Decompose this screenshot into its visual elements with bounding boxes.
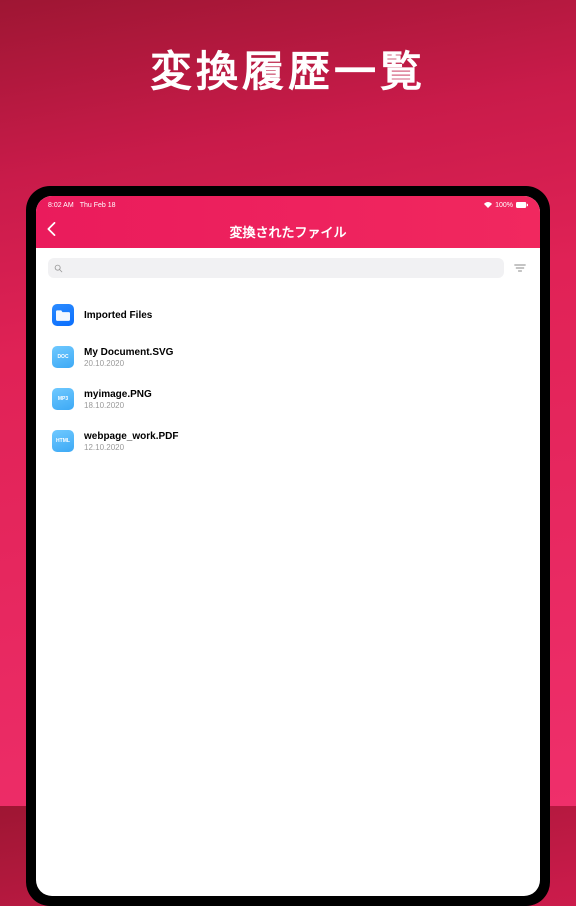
hero-title: 変換履歴一覧 xyxy=(0,38,576,99)
list-item[interactable]: DOC My Document.SVG 20.10.2020 xyxy=(52,338,524,380)
nav-title: 変換されたファイル xyxy=(229,222,346,241)
list-item[interactable]: HTML webpage_work.PDF 12.10.2020 xyxy=(52,422,524,464)
list-item[interactable]: Imported Files xyxy=(52,296,524,338)
search-icon xyxy=(54,264,63,273)
file-name: myimage.PNG xyxy=(84,389,152,400)
nav-bar: 変換されたファイル xyxy=(36,214,540,248)
html-icon: HTML xyxy=(52,430,74,452)
file-date: 18.10.2020 xyxy=(84,401,152,410)
file-name: My Document.SVG xyxy=(84,347,173,358)
content-area: Imported Files DOC My Document.SVG 20.10… xyxy=(36,248,540,474)
folder-icon xyxy=(52,304,74,326)
status-date: Thu Feb 18 xyxy=(80,202,116,209)
filter-icon xyxy=(514,263,526,273)
search-input[interactable] xyxy=(48,258,504,278)
file-date: 20.10.2020 xyxy=(84,359,173,368)
status-time: 8:02 AM xyxy=(48,202,74,209)
back-button[interactable] xyxy=(46,222,56,241)
wifi-icon xyxy=(484,202,492,208)
battery-percent: 100% xyxy=(495,202,513,209)
status-bar: 8:02 AM Thu Feb 18 100% xyxy=(36,196,540,214)
file-name: Imported Files xyxy=(84,310,152,321)
list-item[interactable]: MP3 myimage.PNG 18.10.2020 xyxy=(52,380,524,422)
battery-icon xyxy=(516,202,528,208)
mp3-icon: MP3 xyxy=(52,388,74,410)
file-date: 12.10.2020 xyxy=(84,443,178,452)
filter-button[interactable] xyxy=(512,260,528,276)
file-list: Imported Files DOC My Document.SVG 20.10… xyxy=(48,296,528,464)
tablet-frame: 8:02 AM Thu Feb 18 100% 変換されたファイル xyxy=(26,186,550,906)
screen: 8:02 AM Thu Feb 18 100% 変換されたファイル xyxy=(36,196,540,896)
doc-icon: DOC xyxy=(52,346,74,368)
file-name: webpage_work.PDF xyxy=(84,431,178,442)
